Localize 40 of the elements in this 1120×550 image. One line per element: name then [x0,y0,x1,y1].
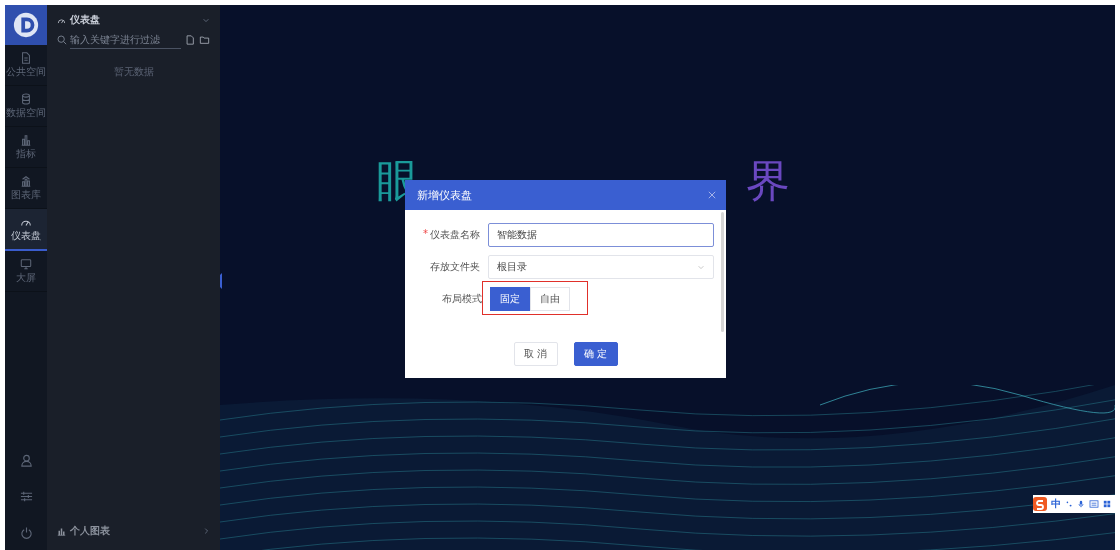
chevron-down-icon[interactable] [202,16,210,24]
segment-option[interactable]: 自由 [530,287,570,311]
close-icon[interactable] [708,191,716,199]
ime-logo-icon[interactable] [1033,497,1047,511]
logo-icon[interactable] [12,11,40,39]
empty-state-text: 暂无数据 [113,65,154,79]
database-icon [20,92,32,105]
nav-item[interactable]: 仪表盘 [5,209,47,251]
search-field[interactable]: 输入关键字进行过滤 [70,31,181,49]
chevron-right-icon[interactable] [202,527,210,535]
text-field[interactable]: 智能数据 [488,223,714,247]
microphone-icon[interactable] [1077,499,1085,509]
bar-chart-icon [57,526,66,536]
monitor-icon [20,257,32,270]
chevron-down-icon [697,263,705,271]
folder-icon[interactable] [199,35,210,45]
required-mark: * [423,228,429,241]
dropdown[interactable]: 根目录 [488,255,714,279]
user-icon[interactable] [19,453,33,467]
ime-mode-toggle[interactable]: 中 [1051,497,1061,511]
grid-icon[interactable] [1103,500,1111,508]
sliders-icon[interactable] [19,489,33,503]
keyboard-icon[interactable] [1089,500,1099,508]
backdrop-heading: 界 [746,155,790,208]
panel-title: 仪表盘 [70,13,100,27]
power-icon[interactable] [19,525,33,539]
document-icon [20,51,32,64]
new-file-icon[interactable] [185,35,195,45]
punctuation-icon[interactable] [1065,500,1073,508]
panel-footer-link[interactable]: 个人图表 [70,524,110,538]
field-label: 仪表盘名称 [430,228,481,242]
bar-chart-icon [20,133,32,146]
field-label: 布局模式 [442,292,482,306]
confirm-button[interactable]: 确 定 [573,342,618,366]
scrollbar[interactable] [721,212,724,332]
chart-stack-icon [20,174,32,187]
search-icon [57,35,67,45]
cancel-button[interactable]: 取 消 [513,342,558,366]
segment-option[interactable]: 固定 [490,287,530,311]
field-label: 存放文件夹 [430,260,481,274]
